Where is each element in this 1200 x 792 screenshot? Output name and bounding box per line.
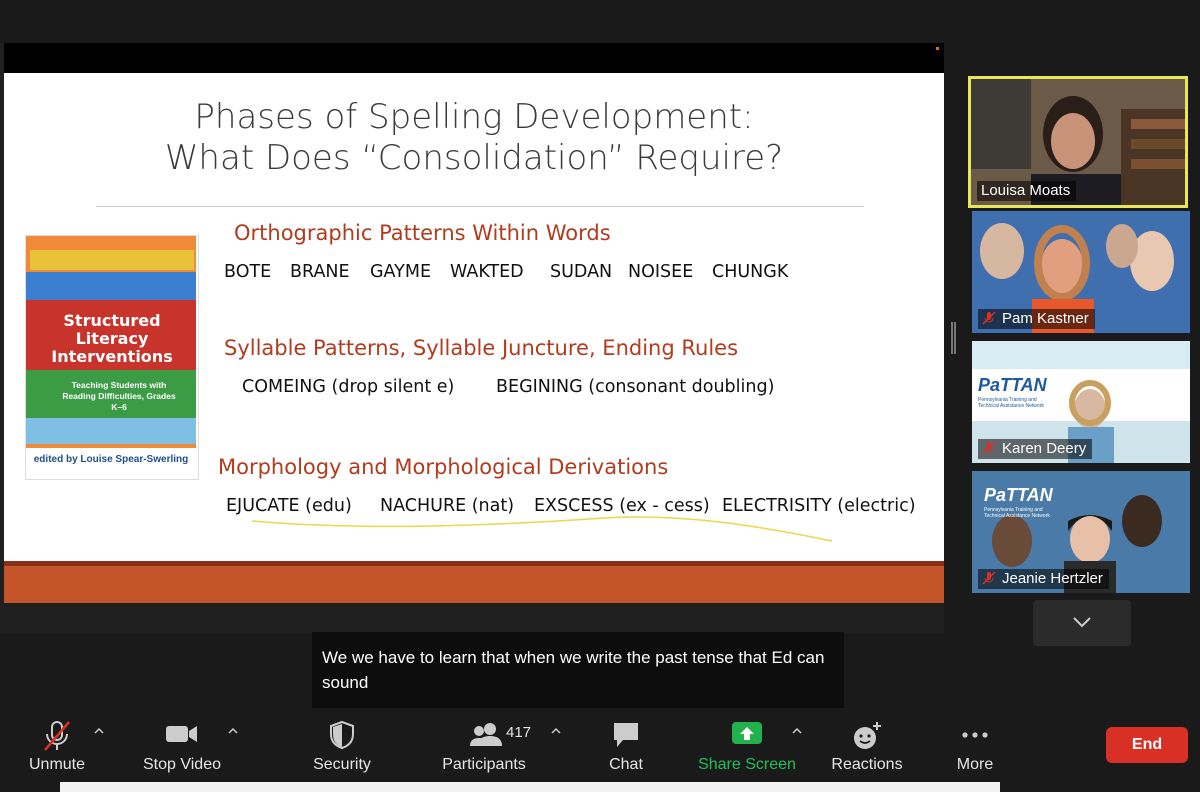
- participant-name: Jeanie Hertzler: [978, 569, 1109, 589]
- closed-caption-box: We we have to learn that when we write t…: [312, 632, 844, 708]
- shield-icon: [330, 720, 354, 750]
- video-tile-pam-kastner[interactable]: Pam Kastner: [972, 211, 1190, 333]
- misspelled-word: SUDAN: [550, 262, 613, 282]
- slide-top-bar: [4, 43, 944, 73]
- security-button[interactable]: Security: [304, 712, 380, 792]
- syllable-word-row: COMEING (drop silent e) BEGINING (conson…: [4, 377, 944, 401]
- misspelled-word: NOISEE: [628, 262, 694, 282]
- reactions-label: Reactions: [831, 756, 903, 773]
- participants-label: Participants: [442, 756, 526, 773]
- share-screen-button[interactable]: Share Screen: [694, 712, 800, 792]
- reactions-button[interactable]: Reactions: [826, 712, 908, 792]
- slide-title-line2: What Does “Consolidation” Require?: [164, 138, 784, 178]
- stop-video-button[interactable]: Stop Video: [136, 712, 228, 792]
- stop-video-label: Stop Video: [143, 756, 221, 773]
- video-options-chevron-up-icon[interactable]: [228, 726, 238, 736]
- unmute-button[interactable]: Unmute: [20, 712, 94, 792]
- participant-name: Pam Kastner: [978, 309, 1095, 329]
- security-label: Security: [313, 756, 371, 773]
- misspelled-word: COMEING (drop silent e): [242, 377, 455, 397]
- unmute-label: Unmute: [28, 756, 86, 773]
- participant-name-label: Jeanie Hertzler: [1002, 570, 1103, 587]
- slide-marker: [936, 47, 939, 50]
- misspelled-word: CHUNGK: [712, 262, 789, 282]
- muted-mic-icon: [982, 311, 996, 325]
- share-screen-icon: [732, 722, 762, 744]
- slide-title-line1: Phases of Spelling Development:: [194, 97, 754, 137]
- slide-divider: [96, 206, 864, 207]
- book-stack-layer: [26, 418, 196, 446]
- misspelled-word: BRANE: [290, 262, 350, 282]
- end-meeting-button[interactable]: End: [1106, 727, 1188, 763]
- participant-name-label: Pam Kastner: [1002, 310, 1089, 327]
- book-stack-layer: [26, 444, 196, 448]
- book-editor: edited by Louise Spear-Swerling: [33, 454, 189, 465]
- orthographic-word-row: BOTE BRANE GAYME WAKTED SUDAN NOISEE CHU…: [4, 262, 944, 286]
- panel-resize-handle[interactable]: [951, 322, 956, 354]
- svg-text:Technical Assistance Network: Technical Assistance Network: [978, 403, 1044, 409]
- chevron-down-icon: [1073, 617, 1091, 628]
- muted-mic-icon: [982, 441, 996, 455]
- more-button[interactable]: More: [946, 712, 1004, 792]
- participant-count: 417: [506, 724, 532, 741]
- scroll-participants-down-button[interactable]: [1033, 600, 1131, 646]
- misspelled-word: BEGINING (consonant doubling): [496, 377, 775, 397]
- section-heading-syllable: Syllable Patterns, Syllable Juncture, En…: [224, 336, 739, 360]
- more-label: More: [956, 756, 994, 773]
- slide-footer: [4, 566, 944, 603]
- chat-button[interactable]: Chat: [596, 712, 656, 792]
- share-screen-label: Share Screen: [698, 756, 796, 773]
- taskbar-edge: [60, 782, 1000, 792]
- video-tile-karen-deery[interactable]: PaTTAN Pennsylvania Training and Technic…: [972, 341, 1190, 463]
- svg-text:Technical Assistance Network: Technical Assistance Network: [984, 513, 1050, 519]
- audio-options-chevron-up-icon[interactable]: [94, 726, 104, 736]
- section-heading-morphology: Morphology and Morphological Derivations: [218, 455, 669, 479]
- slide-title: Phases of Spelling Development: What Doe…: [94, 97, 854, 179]
- book-title: Structured Literacy Interventions: [51, 311, 173, 366]
- muted-mic-icon: [982, 571, 996, 585]
- chat-label: Chat: [609, 756, 643, 773]
- participant-name: Karen Deery: [978, 439, 1093, 459]
- svg-text:PaTTAN: PaTTAN: [984, 485, 1054, 505]
- share-options-chevron-up-icon[interactable]: [792, 726, 802, 736]
- chat-bubble-icon: [614, 723, 638, 747]
- section-heading-orthographic: Orthographic Patterns Within Words: [234, 221, 611, 245]
- presentation-slide: Phases of Spelling Development: What Doe…: [4, 73, 944, 603]
- meeting-toolbar: Unmute Stop Video Security 417 Participa…: [0, 712, 1200, 792]
- participants-button[interactable]: 417 Participants: [436, 712, 532, 792]
- misspelled-word: WAKTED: [450, 262, 524, 282]
- caption-text: We we have to learn that when we write t…: [322, 648, 825, 692]
- svg-text:PaTTAN: PaTTAN: [978, 375, 1048, 395]
- video-tile-jeanie-hertzler[interactable]: PaTTAN Pennsylvania Training and Technic…: [972, 471, 1190, 593]
- more-dots-icon: [962, 732, 988, 738]
- participant-name-label: Karen Deery: [1002, 440, 1087, 457]
- misspelled-word: BOTE: [224, 262, 272, 282]
- video-camera-icon: [166, 726, 197, 742]
- misspelled-word: GAYME: [370, 262, 432, 282]
- annotation-underline: [251, 516, 833, 542]
- participants-options-chevron-up-icon[interactable]: [551, 726, 561, 736]
- smiley-add-icon: [854, 722, 881, 749]
- muted-mic-icon: [44, 721, 70, 751]
- participants-icon: [470, 723, 502, 746]
- participant-name: Louisa Moats: [977, 181, 1077, 201]
- video-tile-louisa-moats[interactable]: Louisa Moats: [968, 76, 1188, 208]
